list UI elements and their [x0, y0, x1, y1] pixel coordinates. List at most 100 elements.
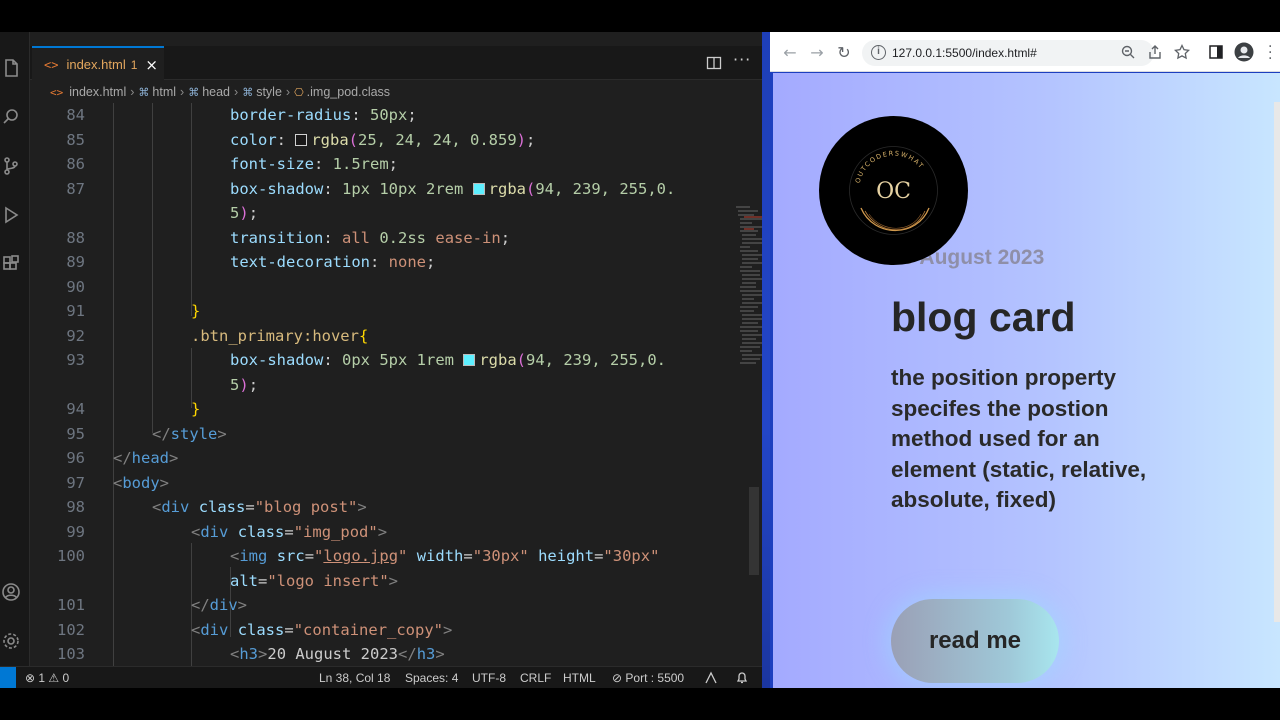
line-number: 88: [66, 228, 85, 247]
tab-close-icon[interactable]: ×: [145, 56, 158, 74]
cursor-position-status[interactable]: Ln 38, Col 18: [319, 671, 390, 685]
explorer-icon[interactable]: [0, 56, 22, 80]
reload-icon[interactable]: ↻: [834, 42, 854, 62]
css-property: box-shadow: [230, 179, 324, 198]
bookmark-star-icon[interactable]: [1174, 44, 1190, 60]
code-line: 94}: [30, 397, 730, 422]
settings-gear-icon[interactable]: [0, 629, 22, 653]
css-function: rgba: [311, 130, 349, 149]
breadcrumb-item[interactable]: html: [152, 85, 176, 99]
line-number: 100: [57, 547, 85, 565]
code-line: 103 <h3>20 August 2023</h3>: [30, 642, 730, 666]
css-value: 1.5rem: [332, 155, 389, 173]
side-panel-icon[interactable]: [1208, 44, 1224, 60]
breadcrumb-item[interactable]: head: [202, 85, 230, 99]
source-control-icon[interactable]: [0, 154, 22, 178]
extensions-icon[interactable]: [0, 252, 22, 276]
color-swatch[interactable]: [463, 354, 476, 366]
tab-index-html[interactable]: <> index.html 1 ×: [32, 46, 164, 81]
browser-window: ← → ↻ i 127.0.0.1:5500/index.html# · · · 2…: [770, 32, 1280, 688]
line-number: 93: [66, 351, 85, 369]
problems-status[interactable]: ⊗ 1 ⚠ 0: [25, 671, 69, 685]
line-number: 86: [66, 155, 85, 173]
breadcrumb: <> index.html › ⌘ html › ⌘ head › ⌘ styl…: [30, 81, 762, 103]
page-scrollbar[interactable]: [1274, 102, 1280, 622]
html-tag: div: [209, 596, 238, 614]
css-selector: .btn_primary:hover: [191, 326, 359, 345]
site-info-icon[interactable]: i: [871, 45, 886, 60]
more-actions-icon[interactable]: ···: [733, 50, 751, 69]
vscode-window: <> index.html 1 × ··· <> index.html › ⌘ …: [0, 32, 762, 688]
live-server-port-status[interactable]: ⊘ Port : 5500: [612, 671, 684, 685]
indentation-status[interactable]: Spaces: 4: [405, 671, 458, 685]
editor-scrollbar[interactable]: [749, 487, 759, 575]
eol-status[interactable]: CRLF: [520, 671, 551, 685]
account-icon[interactable]: [0, 580, 22, 604]
line-number: 101: [57, 596, 85, 614]
language-mode-status[interactable]: HTML: [563, 671, 596, 685]
color-swatch[interactable]: [295, 133, 308, 146]
card-description: the position property specifes the posti…: [891, 365, 1147, 512]
breadcrumb-item[interactable]: .img_pod.class: [307, 85, 390, 99]
code-line: 5);: [230, 204, 259, 222]
screen-top-bar: [0, 0, 1280, 32]
html-string: "30px": [472, 547, 529, 565]
css-value: 94, 239, 255,0.: [526, 351, 666, 369]
read-me-button[interactable]: read me: [891, 599, 1059, 683]
line-number: 95: [66, 424, 85, 443]
run-debug-icon[interactable]: [0, 203, 22, 227]
html-attribute: class: [237, 522, 285, 541]
search-icon[interactable]: [0, 105, 22, 129]
html-file-icon: <>: [44, 57, 59, 72]
code-line: 91}: [30, 299, 730, 324]
browser-menu-icon[interactable]: · · ·: [1268, 40, 1272, 66]
class-icon: ⎔: [294, 86, 304, 99]
screen-bottom-bar: [0, 688, 1280, 720]
html-tag: div: [200, 522, 229, 541]
color-swatch[interactable]: [472, 182, 485, 195]
minimap[interactable]: [734, 203, 762, 373]
editor-tab-bar: <> index.html 1 × ···: [30, 46, 762, 81]
breadcrumb-item[interactable]: style: [256, 85, 282, 99]
css-function: rgba: [479, 351, 517, 369]
html-tag: div: [161, 498, 190, 516]
html-attribute: alt: [230, 571, 258, 590]
back-arrow-icon[interactable]: ←: [780, 42, 800, 62]
css-property: border-radius: [230, 106, 352, 124]
code-line: 98 <div class="blog post">: [30, 495, 730, 520]
profile-avatar-icon[interactable]: [1234, 42, 1254, 62]
address-bar[interactable]: i 127.0.0.1:5500/index.html#: [862, 40, 1154, 66]
code-line: 102 <div class="container_copy">: [30, 618, 730, 643]
forward-arrow-icon[interactable]: →: [807, 42, 827, 62]
code-line: 97 <body>: [30, 471, 730, 496]
code-line: 92 .btn_primary:hover{: [30, 324, 730, 349]
code-line: 85 color: rgba(25, 24, 24, 0.859);: [30, 128, 730, 153]
html-string: "img_pod": [293, 522, 378, 541]
code-line: 93 box-shadow: 0px 5px 1rem rgba(94, 239,…: [30, 348, 730, 373]
encoding-status[interactable]: UTF-8: [472, 671, 506, 685]
html-tag: body: [122, 473, 160, 492]
code-line: 86 font-size: 1.5rem;: [30, 152, 730, 177]
tab-problem-count: 1: [130, 57, 138, 72]
notifications-bell-icon[interactable]: [735, 671, 749, 685]
share-icon[interactable]: [1147, 44, 1163, 60]
line-number: 90: [66, 277, 85, 296]
code-line: 95 </style>: [30, 422, 730, 447]
html-tag: h3: [416, 645, 436, 663]
zoom-icon[interactable]: [1120, 44, 1136, 60]
feedback-icon[interactable]: [704, 671, 718, 685]
breadcrumb-item[interactable]: index.html: [69, 85, 126, 99]
code-line: alt="logo insert">: [230, 571, 399, 590]
code-line: 99 <div class="img_pod">: [30, 520, 730, 545]
html-string-link[interactable]: logo.jpg: [323, 547, 398, 565]
remote-indicator-button[interactable]: [0, 667, 16, 688]
split-editor-icon[interactable]: [706, 55, 722, 71]
url-text: 127.0.0.1:5500/index.html#: [892, 46, 1037, 60]
line-number: 94: [66, 400, 85, 418]
css-property: text-decoration: [230, 253, 370, 271]
status-bar: ⊗ 1 ⚠ 0 Ln 38, Col 18 Spaces: 4 UTF-8 CR…: [0, 666, 762, 688]
html-tag: style: [170, 424, 218, 443]
line-number: 92: [66, 326, 85, 345]
line-number: 89: [66, 253, 85, 271]
code-editor[interactable]: 84 border-radius: 50px; 85 color: rgba(25,…: [30, 103, 762, 666]
